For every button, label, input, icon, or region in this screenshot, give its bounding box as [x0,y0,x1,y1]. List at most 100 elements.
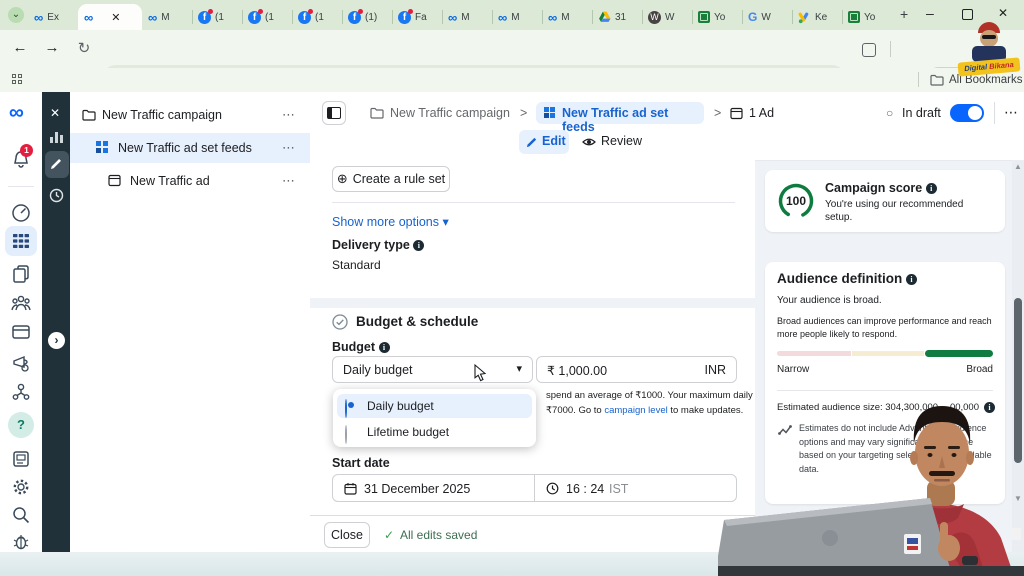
campaign-score-card: 100 Campaign score i You're using our re… [765,170,1005,232]
report-bug-icon[interactable] [11,532,31,552]
browser-tab[interactable]: ∞ Ex [28,4,78,30]
browser-tab[interactable]: f (1 [292,4,342,30]
breadcrumb-ad[interactable]: 1 Ad [749,106,774,120]
ads-megaphone-icon[interactable] [11,353,31,373]
window-close-button[interactable]: ✕ [998,6,1008,20]
back-icon[interactable]: ← [10,39,30,56]
info-icon[interactable]: i [906,274,918,285]
overflow-icon[interactable]: ⋯ [1004,104,1019,121]
edit-pencil-icon[interactable] [50,157,63,170]
tab-label: (1 [265,11,274,23]
apps-grid-icon[interactable] [12,74,23,85]
scroll-up-icon[interactable]: ▲ [1014,162,1022,171]
browser-tab[interactable]: Ke [792,4,842,30]
calendar-icon [344,483,357,495]
pages-copy-icon[interactable] [11,264,31,284]
tab-label: Ke [815,11,828,23]
browser-tab-active[interactable]: ∞ ✕ [78,4,142,30]
tab-label: 31 [615,11,627,23]
menu-option-lifetime[interactable]: Lifetime budget [337,420,532,444]
tree-item-campaign[interactable]: New Traffic campaign ⋯ [70,100,310,130]
browser-tab[interactable]: f (1 [242,4,292,30]
tree-item-adset[interactable]: New Traffic ad set feeds ⋯ [70,133,310,163]
settings-gear-icon[interactable] [11,477,31,497]
budget-amount-input[interactable]: ₹ 1,000.00 INR [536,356,737,383]
section-check-icon [332,314,348,330]
tab-search-chevron-icon[interactable]: ⌄ [8,7,24,23]
input-divider [534,475,535,502]
browser-tab[interactable]: f Fa [392,4,442,30]
tab-close-icon[interactable]: ✕ [111,11,120,24]
tree-item-ad[interactable]: New Traffic ad ⋯ [70,166,310,196]
browser-tab[interactable]: 31 [592,4,642,30]
new-tab-button[interactable]: + [900,6,908,22]
overflow-icon[interactable]: ⋯ [282,173,296,189]
browser-tab[interactable]: f (1 [192,4,242,30]
meta-icon: ∞ [448,9,458,25]
search-icon[interactable] [11,505,31,525]
meta-icon: ∞ [84,9,94,25]
overview-gauge-icon[interactable] [11,202,31,222]
google-icon: G [748,10,758,24]
meta-icon: ∞ [34,9,44,25]
help-button[interactable]: ? [8,412,34,438]
browser-tab[interactable]: ∞ M [542,4,592,30]
audiences-people-icon[interactable] [11,293,31,313]
extension-icon[interactable] [862,43,876,57]
window-minimize-button[interactable]: – [926,5,934,21]
start-date-input[interactable]: 31 December 2025 16 : 24 IST [332,474,737,502]
info-icon[interactable]: i [413,240,425,251]
expand-chevron-button[interactable]: › [48,332,65,349]
billing-card-icon[interactable] [11,322,31,342]
watermark-text-1: Digital [963,62,988,74]
collapse-panel-button[interactable] [322,101,346,125]
history-clock-icon[interactable] [49,188,64,203]
reload-icon[interactable]: ↻ [74,39,94,57]
tab-review[interactable]: Review [578,130,648,154]
close-pane-icon[interactable]: ✕ [50,106,60,120]
budget-type-select[interactable]: Daily budget ▾ [332,356,533,383]
campaigns-table-icon[interactable] [11,231,31,251]
panel-toggle-icon [327,107,341,119]
tab-label: Yo [714,11,726,23]
publish-toggle[interactable] [950,104,984,122]
menu-option-daily[interactable]: Daily budget [337,394,532,418]
tab-label: Ex [47,11,59,23]
close-button[interactable]: Close [324,522,370,548]
browser-tab[interactable]: W W [642,4,692,30]
menu-option-label: Lifetime budget [367,425,450,439]
breadcrumb-campaign[interactable]: New Traffic campaign [390,106,510,120]
browser-tab[interactable]: ∞ M [142,4,192,30]
campaign-level-link[interactable]: campaign level [604,405,667,416]
show-more-label: Show more options [332,215,440,229]
browser-tab[interactable]: G W [742,4,792,30]
audience-paragraph: Broad audiences can improve performance … [777,316,992,339]
overflow-icon[interactable]: ⋯ [282,107,296,123]
info-icon[interactable]: i [925,183,937,194]
timezone-label: IST [609,482,629,496]
browser-tab[interactable]: Yo [842,4,892,30]
editor-header: New Traffic campaign > New Traffic ad se… [310,92,1024,161]
browser-tab[interactable]: f (1) [342,4,392,30]
delivery-type-label: Delivery type i [332,238,425,252]
show-more-options-link[interactable]: Show more options ▾ [332,214,449,229]
connections-nodes-icon[interactable] [11,382,31,402]
browser-tab[interactable]: Yo [692,4,742,30]
create-rule-set-button[interactable]: ⊕ Create a rule set [332,166,450,192]
browser-toolbar: ← → ↻ adsmanager.facebook.com/adsmanager… [0,30,1024,93]
overflow-icon[interactable]: ⋯ [282,140,296,156]
svg-text:100: 100 [786,194,806,208]
currency-label: INR [704,363,726,377]
forward-icon[interactable]: → [42,39,62,56]
browser-tab[interactable]: ∞ M [492,4,542,30]
info-icon[interactable]: i [378,342,390,353]
google-ads-icon [798,12,809,23]
window-maximize-button[interactable] [962,9,973,20]
radio-unselected-icon [345,425,347,444]
ads-reporting-icon[interactable] [11,449,31,469]
create-rule-set-label: Create a rule set [352,172,446,186]
browser-tab[interactable]: ∞ M [442,4,492,30]
performance-chart-icon[interactable] [50,132,63,143]
tab-edit[interactable]: Edit [519,130,569,154]
breadcrumb-adset-chip[interactable]: New Traffic ad set feeds [536,102,704,134]
